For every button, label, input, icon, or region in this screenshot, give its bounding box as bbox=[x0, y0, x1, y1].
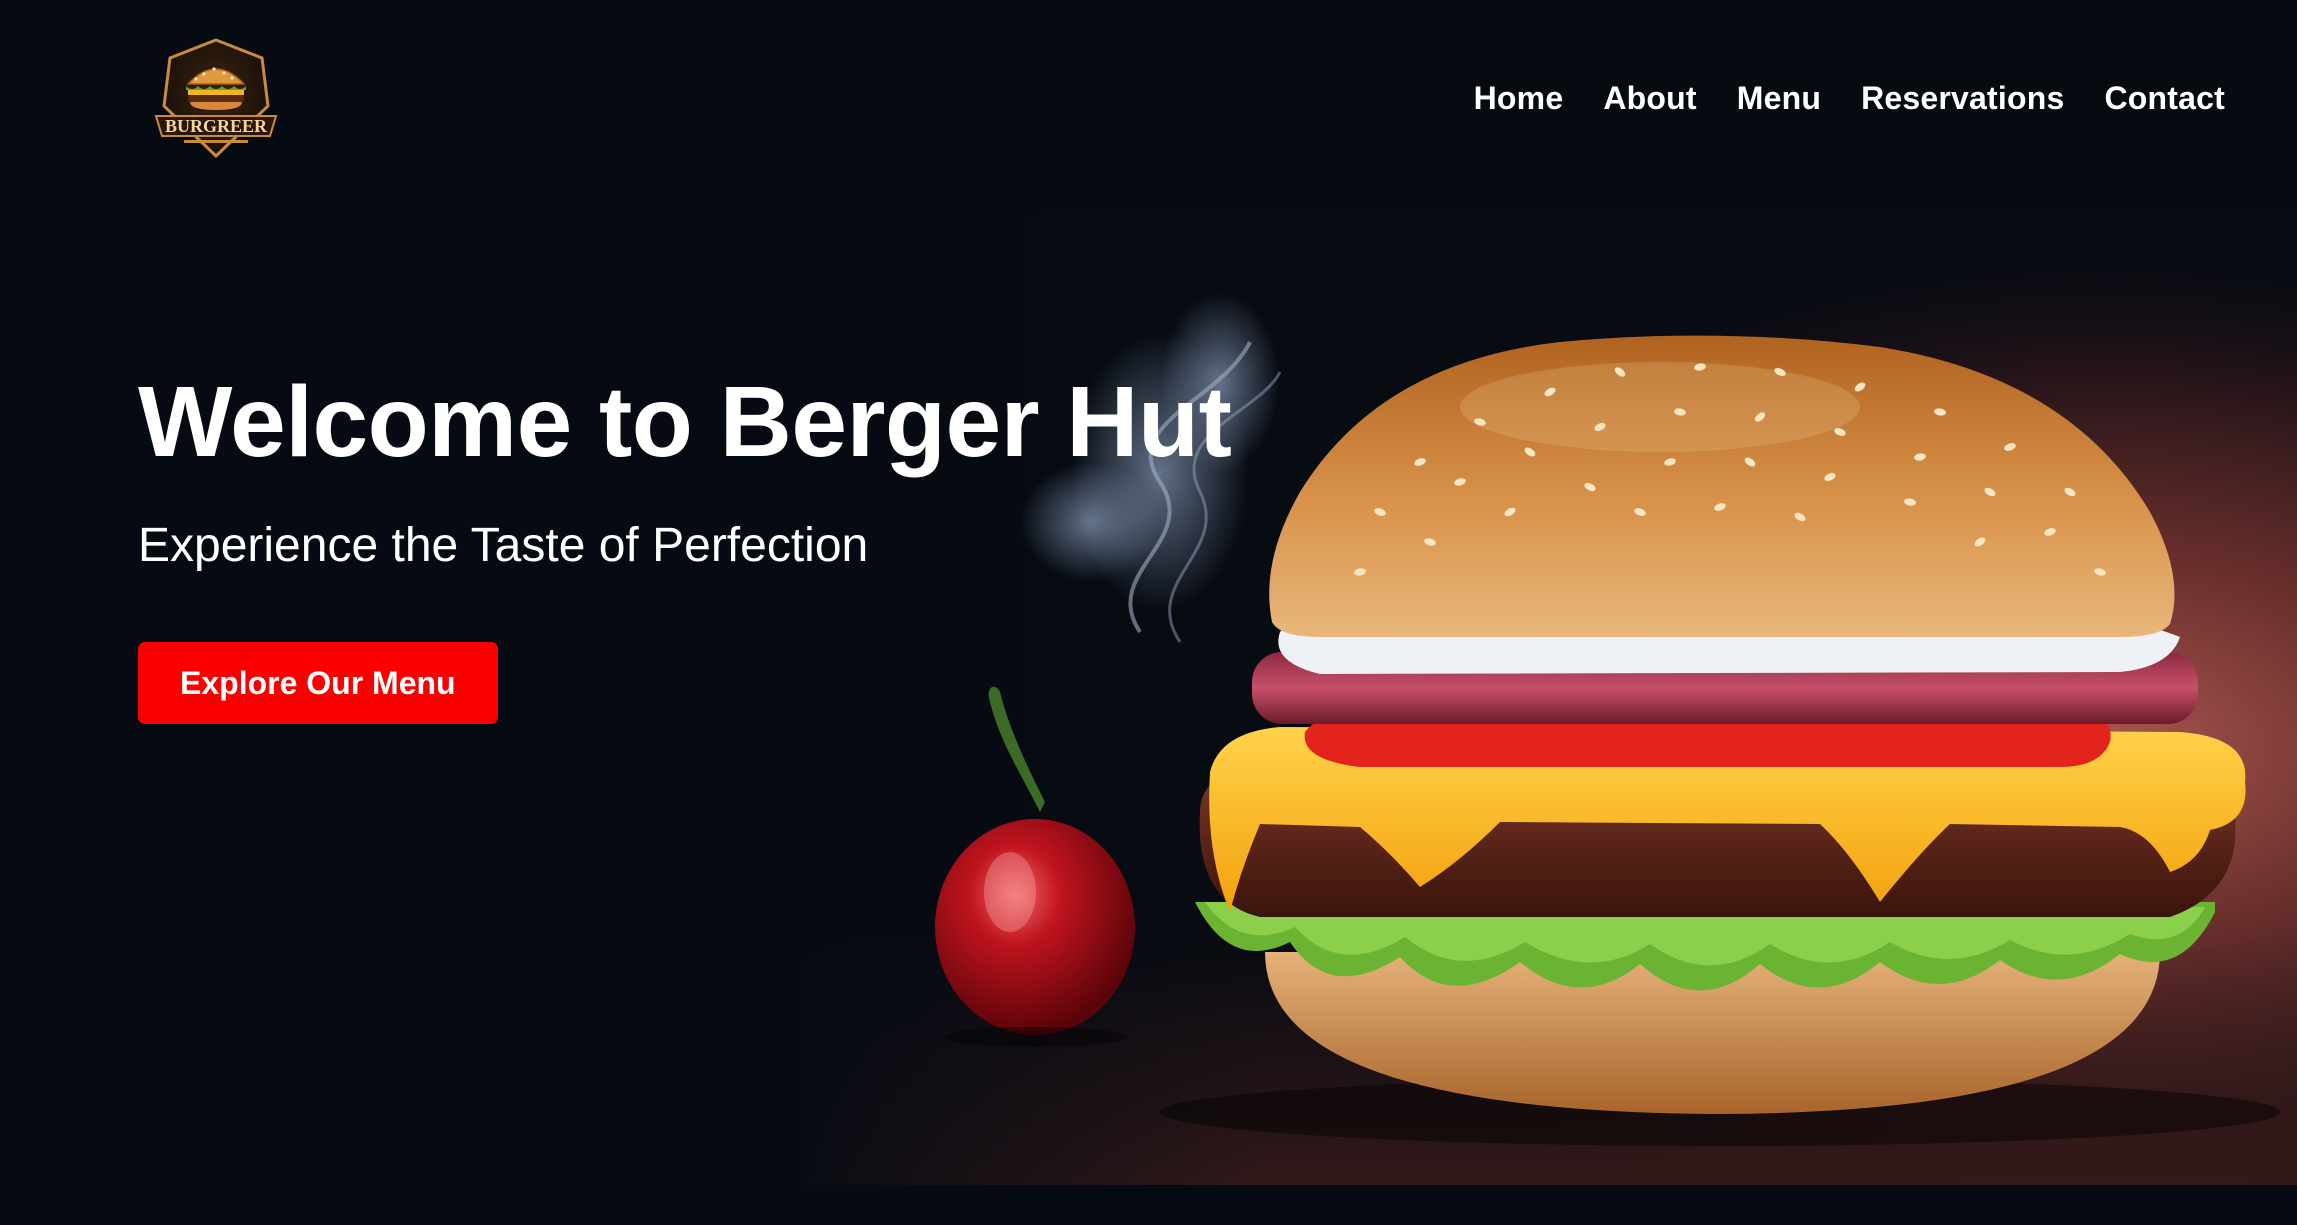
nav-contact-link[interactable]: Contact bbox=[2104, 80, 2225, 117]
page: BURGREER Home About Menu Reservations Co… bbox=[0, 0, 2297, 1225]
hero-section: Welcome to Berger Hut Experience the Tas… bbox=[0, 212, 2297, 1185]
nav-reservations-link[interactable]: Reservations bbox=[1861, 80, 2064, 117]
brand-logo[interactable]: BURGREER bbox=[150, 36, 282, 162]
hero-subtitle: Experience the Taste of Perfection bbox=[138, 519, 869, 572]
nav-menu-link[interactable]: Menu bbox=[1737, 80, 1821, 117]
hero-title: Welcome to Berger Hut bbox=[138, 366, 1232, 478]
nav-home-link[interactable]: Home bbox=[1474, 80, 1564, 117]
nav-about-link[interactable]: About bbox=[1603, 80, 1696, 117]
hero-text-block: Welcome to Berger Hut Experience the Tas… bbox=[138, 364, 1232, 724]
main-nav: Home About Menu Reservations Contact bbox=[1474, 80, 2225, 117]
explore-menu-button[interactable]: Explore Our Menu bbox=[138, 642, 498, 724]
site-header: BURGREER Home About Menu Reservations Co… bbox=[0, 0, 2297, 212]
bottom-strip bbox=[0, 1185, 2297, 1225]
burger-logo-icon: BURGREER bbox=[154, 38, 278, 159]
logo-text: BURGREER bbox=[165, 116, 268, 136]
